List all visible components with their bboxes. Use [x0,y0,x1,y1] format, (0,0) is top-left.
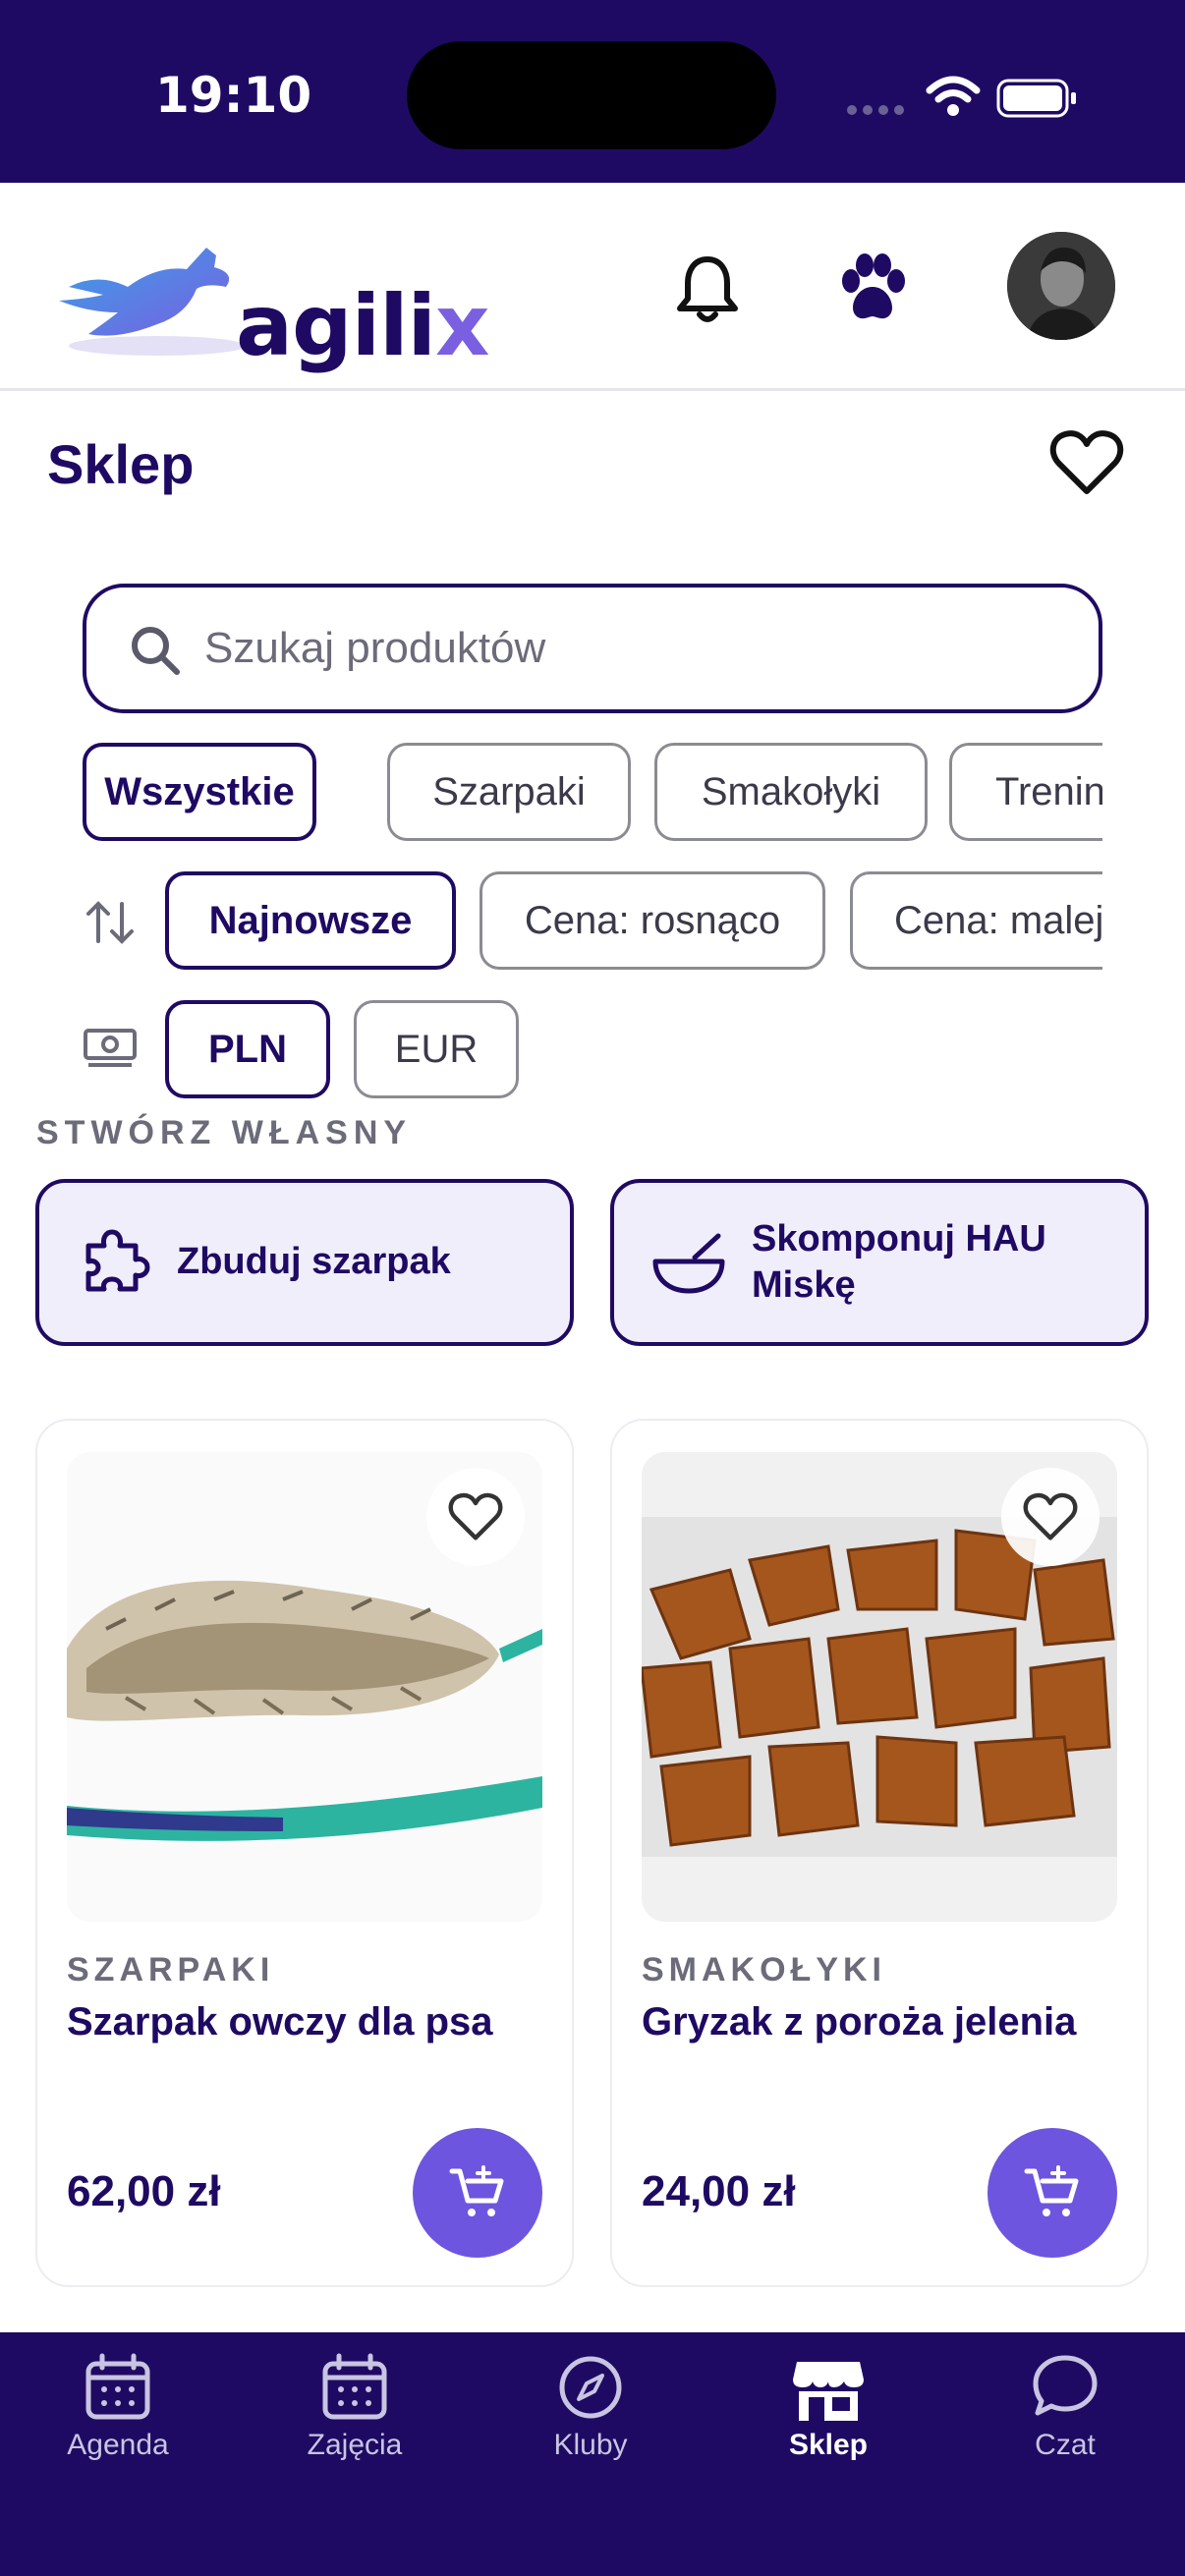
page-title: Sklep [47,433,195,495]
sort-icon [86,901,134,944]
status-bar: 19:10 [0,0,1185,183]
paw-icon[interactable] [833,252,912,326]
category-filter-row: Wszystkie Szarpaki Smakołyki Trenin [83,743,1102,845]
cellular-signal-icon [847,102,910,120]
product-price: 24,00 zł [642,2167,796,2215]
product-category: SZARPAKI [67,1951,275,1988]
nav-shop[interactable]: Sklep [730,2352,927,2490]
product-card[interactable]: SZARPAKI Szarpak owczy dla psa 62,00 zł [35,1419,574,2287]
nav-agenda[interactable]: Agenda [20,2352,216,2490]
search-bar[interactable] [83,584,1102,713]
puzzle-icon [85,1229,150,1292]
chip-category-all[interactable]: Wszystkie [83,743,316,841]
product-category: SMAKOŁYKI [642,1951,886,1988]
chip-sort-price-desc[interactable]: Cena: malej [850,871,1102,970]
bottom-nav: Agenda Zajęcia Kluby Sklep Czat [0,2332,1185,2576]
bowl-icon [652,1233,725,1294]
chip-sort-price-asc[interactable]: Cena: rosnąco [480,871,825,970]
nav-label-classes: Zajęcia [307,2429,403,2461]
add-to-cart-icon [1024,2165,1079,2216]
app-header: agilix [0,183,1185,391]
section-label-create: STWÓRZ WŁASNY [36,1114,413,1151]
product-price: 62,00 zł [67,2167,221,2215]
add-to-cart-button[interactable] [413,2128,542,2258]
sort-row: Najnowsze Cena: rosnąco Cena: malej [163,871,1102,974]
nav-label-agenda: Agenda [67,2429,169,2461]
favorites-heart-icon[interactable] [1049,428,1124,497]
build-tug-button[interactable]: Zbuduj szarpak [35,1179,574,1346]
nav-chat[interactable]: Czat [967,2352,1163,2490]
logo-wordmark: agilix [236,277,490,375]
product-image [642,1452,1117,1922]
compose-bowl-label: Skomponuj HAU Miskę [752,1217,1046,1307]
nav-clubs[interactable]: Kluby [492,2352,689,2490]
search-input[interactable] [204,588,1069,709]
battery-icon [996,79,1076,118]
product-name: Gryzak z poroża jelenia [642,2000,1077,2044]
chip-category-training[interactable]: Trenin [949,743,1102,841]
compass-icon [559,2356,622,2419]
favorite-button[interactable] [426,1468,525,1566]
bell-icon[interactable] [670,252,745,326]
heart-icon [448,1492,503,1540]
add-to-cart-button[interactable] [988,2128,1117,2258]
nav-classes[interactable]: Zajęcia [256,2352,453,2490]
wifi-icon [926,76,981,116]
storefront-icon [793,2362,864,2421]
calendar-icon [85,2353,150,2420]
chip-sort-newest[interactable]: Najnowsze [165,871,456,970]
build-tug-label: Zbuduj szarpak [177,1241,451,1283]
chip-category-tugs[interactable]: Szarpaki [387,743,631,841]
status-time: 19:10 [155,67,312,124]
currency-row: PLN EUR [163,1000,556,1102]
nav-label-chat: Czat [1035,2429,1096,2461]
agilix-logo[interactable]: agilix [49,218,490,375]
product-image [67,1452,542,1922]
dog-logo-icon [59,248,246,356]
search-icon [132,627,180,675]
chat-bubble-icon [1033,2355,1098,2416]
heart-icon [1023,1492,1078,1540]
product-name: Szarpak owczy dla psa [67,2000,493,2044]
product-card[interactable]: SMAKOŁYKI Gryzak z poroża jelenia 24,00 … [610,1419,1149,2287]
chip-currency-pln[interactable]: PLN [165,1000,330,1098]
chip-category-treats[interactable]: Smakołyki [654,743,928,841]
favorite-button[interactable] [1001,1468,1100,1566]
dynamic-island [407,41,776,149]
avatar[interactable] [1007,232,1115,340]
money-icon [84,1029,137,1067]
user-photo-icon [1007,232,1115,340]
nav-label-clubs: Kluby [553,2429,628,2461]
add-to-cart-icon [449,2165,504,2216]
compose-bowl-button[interactable]: Skomponuj HAU Miskę [610,1179,1149,1346]
calendar-icon [322,2353,387,2420]
chip-currency-eur[interactable]: EUR [354,1000,519,1098]
nav-label-shop: Sklep [788,2429,869,2461]
